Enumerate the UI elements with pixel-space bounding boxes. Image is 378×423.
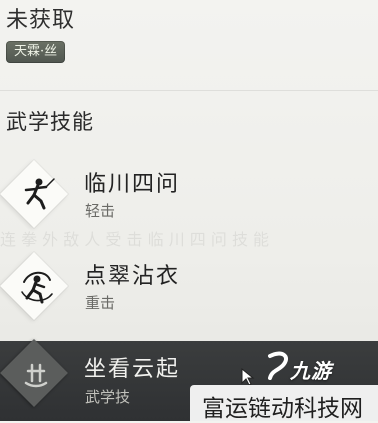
section-title: 武学技能 bbox=[6, 110, 94, 134]
section-divider bbox=[0, 90, 378, 91]
skill-type: 武学技 bbox=[85, 388, 131, 406]
cursor-icon bbox=[241, 368, 255, 386]
watermark-text: 富运链动科技网 bbox=[202, 396, 363, 422]
skill-item[interactable]: 临川四问 轻击 bbox=[0, 160, 378, 240]
skill-name: 坐看云起 bbox=[84, 357, 181, 382]
sword-figure-icon bbox=[24, 178, 55, 210]
acquire-status: 未获取 bbox=[6, 8, 76, 33]
logo-text: 九游 bbox=[290, 359, 332, 383]
skill-item[interactable]: 点翠沾衣 重击 bbox=[0, 252, 378, 332]
martial-sigil-icon bbox=[24, 363, 48, 388]
costume-badge: 天霖·丝 bbox=[6, 41, 66, 63]
skill-name: 临川四问 bbox=[84, 172, 181, 197]
skill-type: 重击 bbox=[85, 294, 116, 312]
skill-type: 轻击 bbox=[85, 202, 116, 220]
watermark: 富运链动科技网 bbox=[190, 385, 378, 422]
skill-name: 点翠沾衣 bbox=[84, 264, 181, 289]
spin-figure-icon bbox=[21, 271, 53, 304]
